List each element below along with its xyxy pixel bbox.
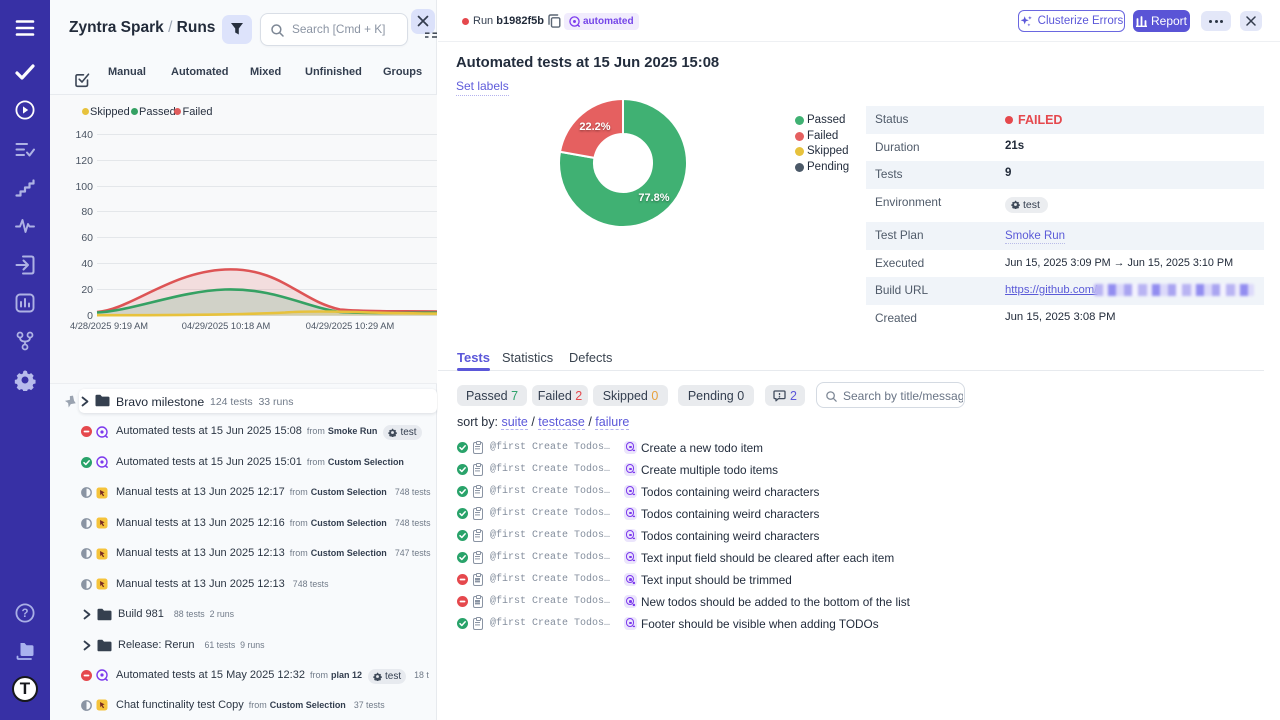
svg-text:60: 60 bbox=[81, 232, 93, 244]
svg-text:80: 80 bbox=[81, 206, 93, 218]
svg-text:04/29/2025 10:18 AM: 04/29/2025 10:18 AM bbox=[182, 321, 270, 331]
svg-text:22.2%: 22.2% bbox=[579, 121, 610, 133]
svg-text:04/29/2025 10:29 AM: 04/29/2025 10:29 AM bbox=[306, 321, 394, 331]
svg-text:?: ? bbox=[21, 608, 28, 620]
svg-text:100: 100 bbox=[75, 181, 93, 193]
svg-text:120: 120 bbox=[75, 155, 93, 167]
svg-text:40: 40 bbox=[81, 258, 93, 270]
svg-text:20: 20 bbox=[81, 284, 93, 296]
svg-text:140: 140 bbox=[75, 129, 93, 141]
svg-text:77.8%: 77.8% bbox=[638, 192, 669, 204]
svg-text:4/28/2025 9:19 AM: 4/28/2025 9:19 AM bbox=[70, 321, 148, 331]
